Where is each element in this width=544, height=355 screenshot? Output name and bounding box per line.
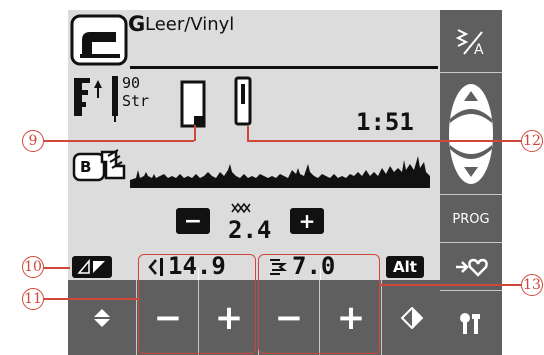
stitch-length-minus-button[interactable]: − — [176, 208, 210, 234]
presser-foot-icon — [178, 80, 210, 130]
arrow-heart-icon — [456, 258, 488, 277]
stitch-length-plus-button[interactable]: + — [290, 208, 324, 234]
stitch-length-value: 2.4 — [228, 216, 272, 244]
stitch-preview — [130, 142, 430, 194]
callout-10: 10 — [22, 256, 44, 278]
prog-button[interactable]: PROG — [440, 196, 502, 242]
program-name: Leer/Vinyl — [145, 14, 235, 35]
right-panel: A PROG — [440, 10, 502, 355]
sequence-letter: B — [80, 158, 92, 176]
stitch-letter: G — [128, 12, 146, 36]
up-down-arrow-icon — [94, 308, 110, 327]
callout-12: 12 — [521, 130, 543, 152]
stitch-menu-icon: A — [455, 29, 484, 58]
stitch-menu-button[interactable]: A — [440, 10, 502, 72]
callout-9: 9 — [22, 130, 44, 152]
svg-text:A: A — [474, 42, 484, 58]
width-control-highlight — [138, 254, 256, 354]
sewing-machine-icon — [70, 14, 128, 66]
alt-button[interactable]: Alt — [386, 256, 424, 278]
header-divider — [130, 66, 438, 69]
tools-icon — [460, 312, 480, 334]
length-control-highlight — [258, 254, 380, 354]
needle-icon — [108, 74, 122, 124]
mirror-icon[interactable] — [72, 256, 112, 278]
mirror-button[interactable] — [383, 280, 440, 355]
stitch-plate-icon — [234, 76, 252, 126]
settings-button[interactable] — [440, 292, 502, 355]
feed-dog-icon — [72, 76, 106, 120]
presser-foot-number: 90 — [122, 74, 141, 92]
stitch-length-icon — [230, 200, 254, 216]
lcd-screen: G Leer/Vinyl 90 Str 1:51 B − 2.4 + 14.9 … — [68, 10, 440, 280]
scroll-wheel[interactable] — [440, 74, 502, 194]
callout-11: 11 — [22, 288, 44, 310]
scroll-wheel-icon — [449, 84, 493, 184]
presser-foot-sub: Str — [122, 92, 150, 110]
mirror-half-icon — [400, 306, 423, 329]
left-right-button[interactable] — [68, 280, 136, 355]
callout-13: 13 — [521, 274, 543, 296]
time-value: 1:51 — [356, 108, 414, 136]
